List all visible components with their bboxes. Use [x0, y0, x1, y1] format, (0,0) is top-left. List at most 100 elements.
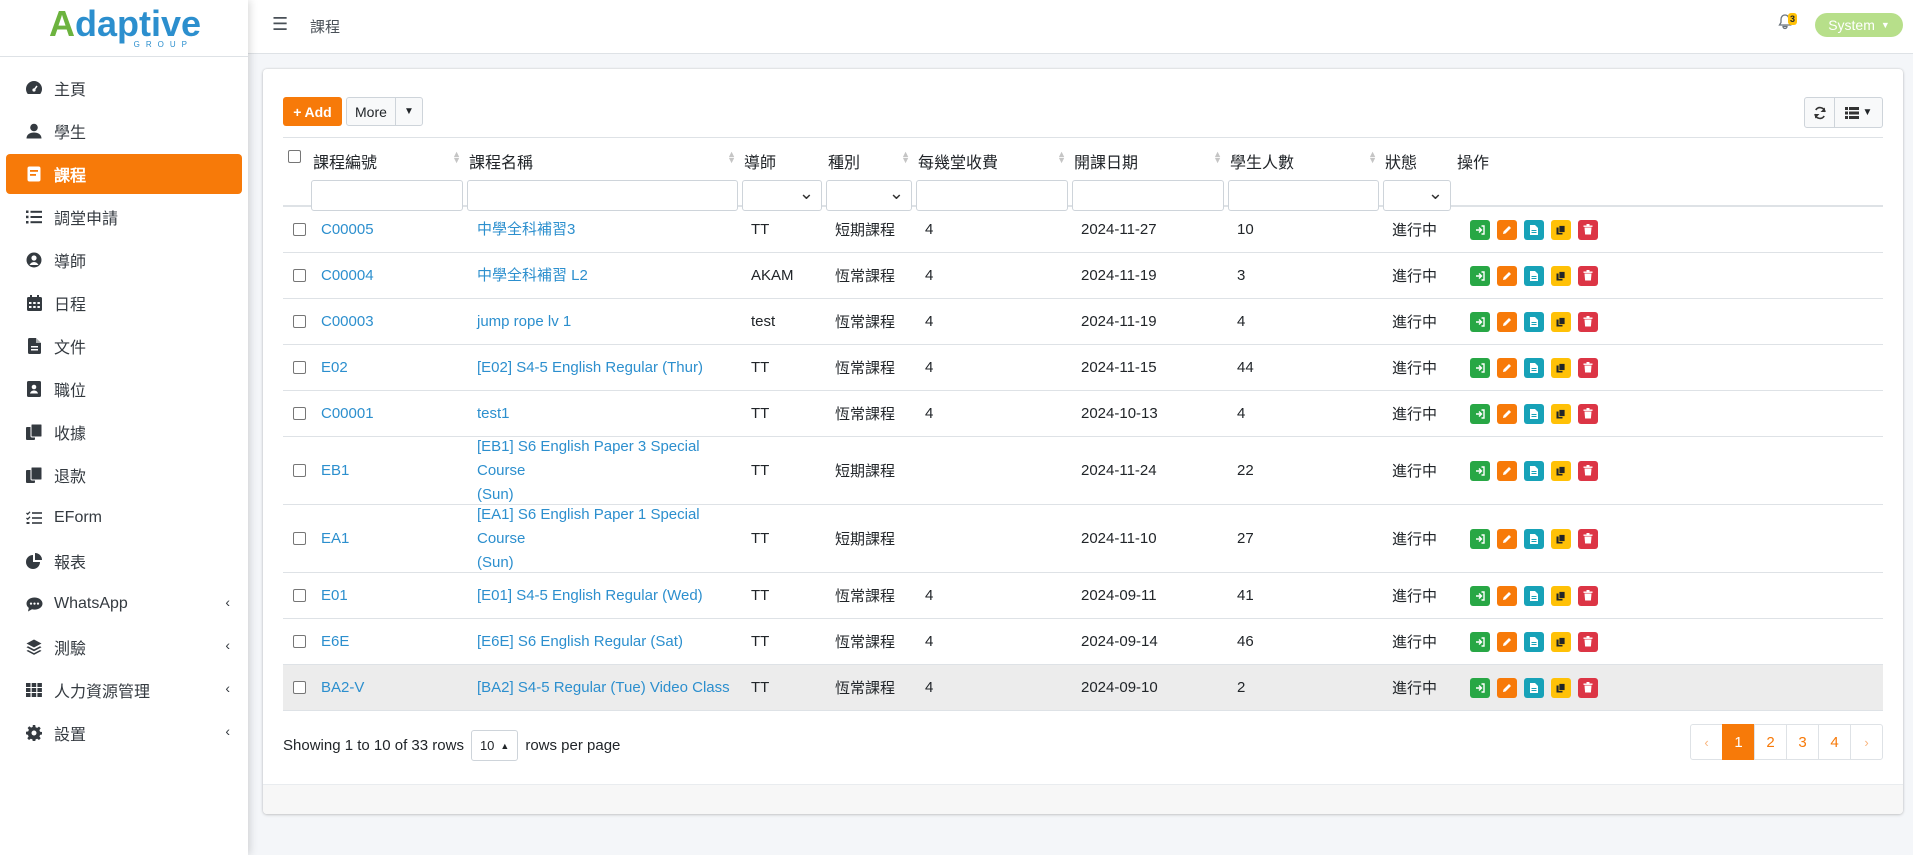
sidebar-item-10[interactable]: EForm [6, 498, 242, 538]
table-row[interactable]: E02 [E02] S4-5 English Regular (Thur) TT 恆常… [283, 345, 1883, 391]
table-row[interactable]: C00004 中學全科補習 L2 AKAM 恆常課程 4 2024-11-19 3 進行中 [283, 253, 1883, 299]
company-logo[interactable]: Adaptive GROUP [49, 6, 201, 50]
page-size-select[interactable]: 10 ▲ [470, 730, 519, 761]
sidebar-item-14[interactable]: 人力資源管理 ‹ [6, 670, 242, 710]
sort-icon[interactable]: ▲ ▼ [1057, 150, 1066, 165]
enter-action-button[interactable] [1470, 403, 1490, 424]
copy-action-button[interactable] [1551, 403, 1571, 424]
trash-action-button[interactable] [1578, 585, 1598, 606]
sidebar-item-2[interactable]: 課程 [6, 154, 242, 194]
course-code-link[interactable]: E6E [321, 633, 349, 650]
course-code-link[interactable]: C00005 [321, 221, 374, 238]
file-action-button[interactable] [1524, 403, 1544, 424]
copy-action-button[interactable] [1551, 265, 1571, 286]
sidebar-item-11[interactable]: 報表 [6, 541, 242, 581]
refresh-button[interactable] [1804, 97, 1835, 128]
row-checkbox[interactable] [293, 464, 306, 477]
enter-action-button[interactable] [1470, 631, 1490, 652]
file-action-button[interactable] [1524, 528, 1544, 549]
sidebar-item-5[interactable]: 日程 [6, 283, 242, 323]
column-header-label[interactable]: 操作 [1457, 149, 1489, 173]
edit-action-button[interactable] [1497, 585, 1517, 606]
user-menu[interactable]: System ▼ [1815, 13, 1903, 37]
file-action-button[interactable] [1524, 357, 1544, 378]
course-name-link[interactable]: [E02] S4-5 English Regular (Thur) [477, 356, 703, 380]
table-row[interactable]: BA2-V [BA2] S4-5 Regular (Tue) Video Clas… [283, 665, 1883, 711]
edit-action-button[interactable] [1497, 311, 1517, 332]
course-code-link[interactable]: EB1 [321, 462, 349, 479]
row-checkbox[interactable] [293, 635, 306, 648]
select-all-checkbox[interactable] [288, 150, 301, 163]
edit-action-button[interactable] [1497, 631, 1517, 652]
file-action-button[interactable] [1524, 219, 1544, 240]
table-row[interactable]: EA1 [EA1] S6 English Paper 1 Special Cour… [283, 505, 1883, 573]
copy-action-button[interactable] [1551, 585, 1571, 606]
course-code-link[interactable]: E02 [321, 359, 348, 376]
enter-action-button[interactable] [1470, 357, 1490, 378]
sort-icon[interactable]: ▲ ▼ [901, 150, 910, 165]
row-checkbox[interactable] [293, 589, 306, 602]
trash-action-button[interactable] [1578, 219, 1598, 240]
course-name-link[interactable]: [EA1] S6 English Paper 1 Special Course (… [477, 503, 737, 575]
copy-action-button[interactable] [1551, 219, 1571, 240]
edit-action-button[interactable] [1497, 219, 1517, 240]
edit-action-button[interactable] [1497, 460, 1517, 481]
sidebar-item-7[interactable]: 職位 [6, 369, 242, 409]
copy-action-button[interactable] [1551, 631, 1571, 652]
column-header-label[interactable]: 導師 [744, 149, 776, 173]
add-button[interactable]: + Add [283, 97, 342, 126]
column-header-label[interactable]: 每幾堂收費 [918, 149, 998, 173]
edit-action-button[interactable] [1497, 403, 1517, 424]
pagination-next[interactable]: › [1850, 724, 1883, 760]
sidebar-item-13[interactable]: 測驗 ‹ [6, 627, 242, 667]
menu-toggle-icon[interactable]: ☰ [272, 14, 288, 35]
trash-action-button[interactable] [1578, 528, 1598, 549]
course-code-link[interactable]: C00004 [321, 267, 374, 284]
course-code-link[interactable]: C00001 [321, 405, 374, 422]
sidebar-item-0[interactable]: 主頁 [6, 68, 242, 108]
column-header-label[interactable]: 狀態 [1385, 149, 1417, 173]
sidebar-item-3[interactable]: 調堂申請 [6, 197, 242, 237]
row-checkbox[interactable] [293, 315, 306, 328]
file-action-button[interactable] [1524, 677, 1544, 698]
trash-action-button[interactable] [1578, 311, 1598, 332]
sort-icon[interactable]: ▲ ▼ [452, 150, 461, 165]
brand[interactable]: Adaptive GROUP [0, 0, 248, 57]
sidebar-item-9[interactable]: 退款 [6, 455, 242, 495]
column-header-label[interactable]: 開課日期 [1074, 149, 1138, 173]
sidebar-item-1[interactable]: 學生 [6, 111, 242, 151]
trash-action-button[interactable] [1578, 357, 1598, 378]
enter-action-button[interactable] [1470, 677, 1490, 698]
file-action-button[interactable] [1524, 460, 1544, 481]
table-row[interactable]: E01 [E01] S4-5 English Regular (Wed) TT 恆常課… [283, 573, 1883, 619]
course-name-link[interactable]: [E01] S4-5 English Regular (Wed) [477, 584, 703, 608]
copy-action-button[interactable] [1551, 357, 1571, 378]
enter-action-button[interactable] [1470, 265, 1490, 286]
pagination-page[interactable]: 2 [1754, 724, 1787, 760]
enter-action-button[interactable] [1470, 219, 1490, 240]
column-header-label[interactable]: 課程編號 [313, 149, 377, 173]
course-code-link[interactable]: C00003 [321, 313, 374, 330]
sort-icon[interactable]: ▲ ▼ [727, 150, 736, 165]
course-code-link[interactable]: BA2-V [321, 679, 364, 696]
copy-action-button[interactable] [1551, 311, 1571, 332]
sort-icon[interactable]: ▲ ▼ [1368, 150, 1377, 165]
edit-action-button[interactable] [1497, 265, 1517, 286]
course-name-link[interactable]: test1 [477, 402, 510, 426]
trash-action-button[interactable] [1578, 631, 1598, 652]
sort-icon[interactable]: ▲ ▼ [1213, 150, 1222, 165]
course-code-link[interactable]: E01 [321, 587, 348, 604]
course-name-link[interactable]: jump rope lv 1 [477, 310, 571, 334]
sidebar-item-8[interactable]: 收據 [6, 412, 242, 452]
copy-action-button[interactable] [1551, 528, 1571, 549]
table-row[interactable]: C00005 中學全科補習3 TT 短期課程 4 2024-11-27 10 進行中 [283, 207, 1883, 253]
course-name-link[interactable]: [EB1] S6 English Paper 3 Special Course (… [477, 435, 737, 507]
enter-action-button[interactable] [1470, 460, 1490, 481]
trash-action-button[interactable] [1578, 460, 1598, 481]
row-checkbox[interactable] [293, 407, 306, 420]
copy-action-button[interactable] [1551, 677, 1571, 698]
table-row[interactable]: C00001 test1 TT 恆常課程 4 2024-10-13 4 進行中 [283, 391, 1883, 437]
caret-down-icon[interactable]: ▼ [396, 98, 422, 125]
trash-action-button[interactable] [1578, 265, 1598, 286]
course-name-link[interactable]: [E6E] S6 English Regular (Sat) [477, 630, 683, 654]
